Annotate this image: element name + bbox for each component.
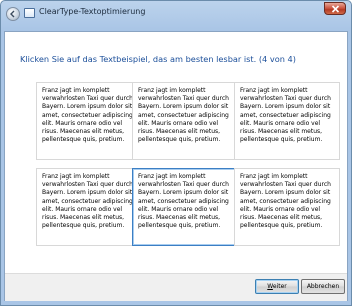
text-sample-3[interactable]: Franz jagt im komplett verwahrlosten Tax… [234,82,340,160]
sample-text: Franz jagt im komplett verwahrlosten Tax… [138,173,229,230]
back-button[interactable] [6,7,20,21]
button-bar: Weiter Abbrechen [5,273,347,301]
title-bar: ClearType-Textoptimierung [1,1,351,31]
close-button[interactable] [324,2,346,15]
text-sample-1[interactable]: Franz jagt im komplett verwahrlosten Tax… [36,82,142,160]
sample-text: Franz jagt im komplett verwahrlosten Tax… [42,173,133,230]
sample-text: Franz jagt im komplett verwahrlosten Tax… [138,87,229,144]
close-icon [331,5,340,13]
window-title: ClearType-Textoptimierung [39,7,146,16]
next-button[interactable]: Weiter [255,279,299,294]
sample-text: Franz jagt im komplett verwahrlosten Tax… [240,173,331,230]
page-heading: Klicken Sie auf das Textbeispiel, das am… [20,54,296,64]
next-label: eiter [272,283,287,290]
text-sample-6[interactable]: Franz jagt im komplett verwahrlosten Tax… [234,168,340,246]
text-sample-4[interactable]: Franz jagt im komplett verwahrlosten Tax… [36,168,142,246]
sample-text: Franz jagt im komplett verwahrlosten Tax… [42,87,133,144]
cleartype-window: ClearType-Textoptimierung Klicken Sie au… [0,0,352,306]
text-sample-2[interactable]: Franz jagt im komplett verwahrlosten Tax… [132,82,238,160]
wizard-content: Klicken Sie auf das Textbeispiel, das am… [4,31,348,301]
cancel-button[interactable]: Abbrechen [301,279,345,294]
back-arrow-icon [10,10,15,18]
text-sample-5[interactable]: Franz jagt im komplett verwahrlosten Tax… [132,168,238,246]
cleartype-window-icon [24,8,35,18]
sample-text: Franz jagt im komplett verwahrlosten Tax… [240,87,331,144]
